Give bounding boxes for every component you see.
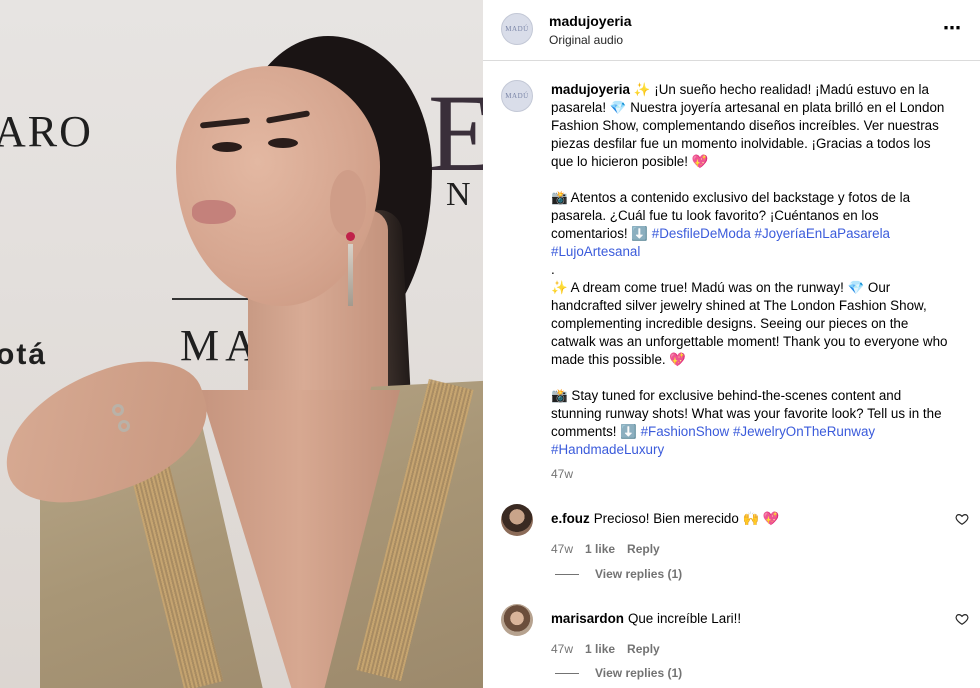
- caption-body-es: ✨ ¡Un sueño hecho realidad! ¡Madú estuvo…: [551, 82, 945, 241]
- avatar-logo-text: MADÚ: [505, 25, 529, 33]
- ear: [330, 170, 366, 236]
- view-replies-button[interactable]: View replies (1): [555, 666, 682, 680]
- ring: [112, 404, 124, 416]
- ring: [118, 420, 130, 432]
- eye: [268, 138, 298, 148]
- replies-divider-line: [555, 573, 579, 575]
- post-side-panel: MADÚ madujoyeria Original audio ⋯ MADÚ m…: [483, 0, 980, 688]
- caption-timestamp[interactable]: 47w: [551, 467, 573, 481]
- backdrop-text: otá: [0, 338, 47, 371]
- backdrop-text: ARO: [0, 107, 93, 156]
- avatar-logo-text: MADÚ: [505, 92, 529, 100]
- comment-body: Precioso! Bien merecido 🙌 💖: [593, 511, 780, 526]
- hashtag[interactable]: #LujoArtesanal: [551, 244, 640, 259]
- caption-username[interactable]: madujoyeria: [551, 82, 630, 97]
- comment-body: Que increíble Lari!!: [627, 611, 742, 626]
- earring-stud: [346, 232, 355, 241]
- header-username[interactable]: madujoyeria: [549, 13, 631, 29]
- caption-avatar[interactable]: MADÚ: [501, 80, 533, 112]
- hashtag[interactable]: #HandmadeLuxury: [551, 442, 664, 457]
- commenter-avatar[interactable]: [501, 604, 533, 636]
- audio-label[interactable]: Original audio: [549, 33, 623, 47]
- view-replies-button[interactable]: View replies (1): [555, 567, 682, 581]
- replies-divider-line: [555, 672, 579, 674]
- eye: [212, 142, 242, 152]
- comment-username[interactable]: e.fouz: [551, 511, 590, 526]
- comment-meta: 47w 1 like Reply: [551, 642, 660, 656]
- backdrop-text: N: [446, 176, 473, 213]
- comment-meta: 47w 1 like Reply: [551, 542, 660, 556]
- hashtag[interactable]: #JoyeríaEnLaPasarela: [755, 226, 890, 241]
- reply-button[interactable]: Reply: [627, 542, 660, 556]
- comment-likes[interactable]: 1 like: [585, 542, 615, 556]
- post-media-image[interactable]: ARO E N MA otá: [0, 0, 483, 688]
- earring-drop: [348, 244, 353, 306]
- reply-button[interactable]: Reply: [627, 642, 660, 656]
- post-header: MADÚ madujoyeria Original audio ⋯: [483, 0, 980, 61]
- caption-body-en: . ✨ A dream come true! Madú was on the r…: [551, 262, 948, 439]
- profile-avatar[interactable]: MADÚ: [501, 13, 533, 45]
- comment-time[interactable]: 47w: [551, 642, 573, 656]
- like-heart-icon[interactable]: [955, 512, 969, 526]
- hashtag[interactable]: #FashionShow: [641, 424, 730, 439]
- view-replies-label: View replies (1): [595, 567, 683, 581]
- view-replies-label: View replies (1): [595, 666, 683, 680]
- comment-time[interactable]: 47w: [551, 542, 573, 556]
- lips: [192, 200, 236, 224]
- hashtag[interactable]: #DesfileDeModa: [652, 226, 751, 241]
- comment-likes[interactable]: 1 like: [585, 642, 615, 656]
- comment-text: e.fouz Precioso! Bien merecido 🙌 💖: [551, 511, 780, 527]
- commenter-avatar[interactable]: [501, 504, 533, 536]
- hashtag[interactable]: #JewelryOnTheRunway: [733, 424, 875, 439]
- comment-text: marisardon Que increíble Lari!!: [551, 611, 741, 626]
- like-heart-icon[interactable]: [955, 612, 969, 626]
- comment-username[interactable]: marisardon: [551, 611, 624, 626]
- caption-text: madujoyeria ✨ ¡Un sueño hecho realidad! ¡…: [551, 81, 951, 459]
- more-options-icon[interactable]: ⋯: [943, 18, 962, 39]
